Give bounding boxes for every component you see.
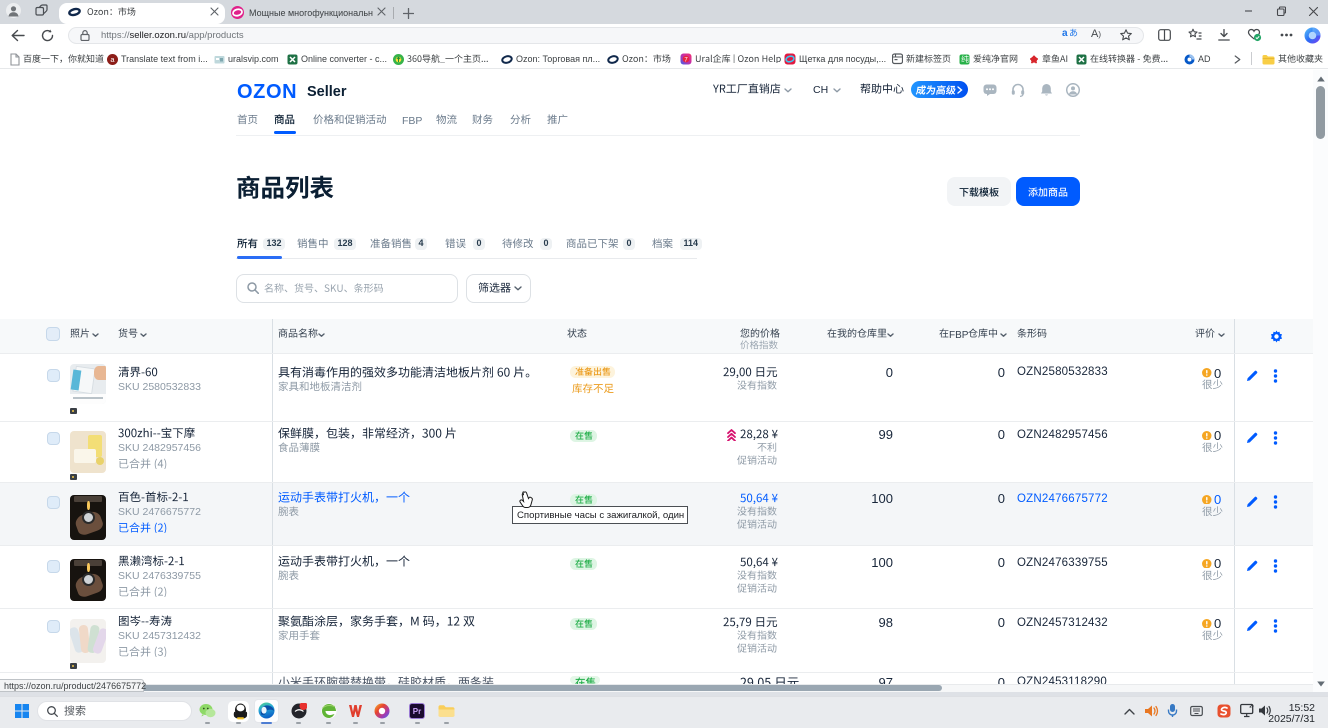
svg-text:Pr: Pr — [413, 707, 421, 716]
